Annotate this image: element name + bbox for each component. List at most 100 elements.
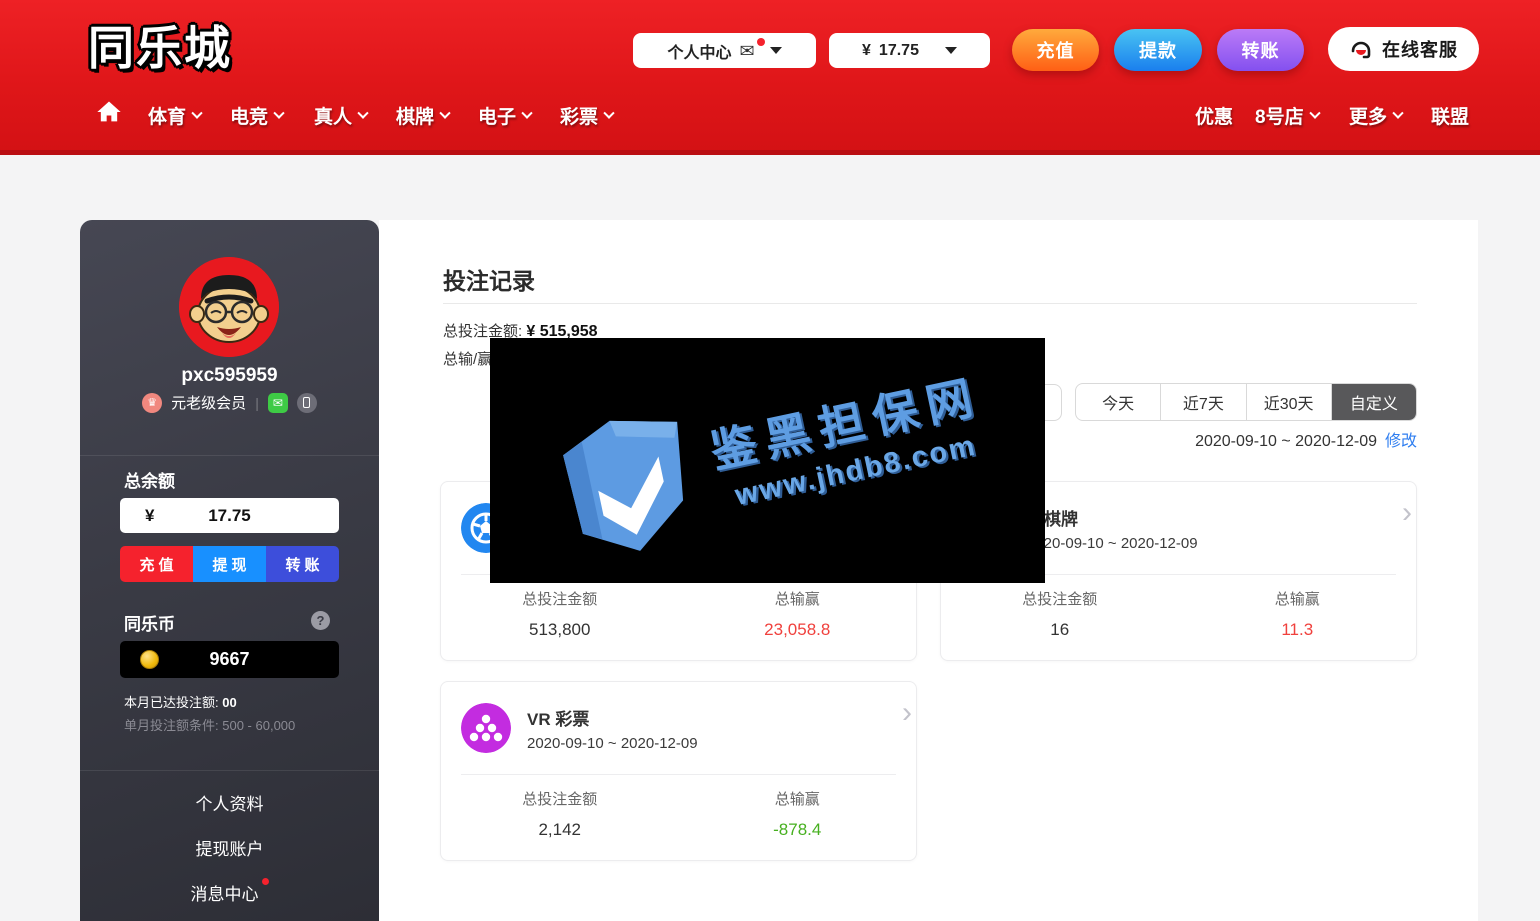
- chevron-down-icon: [1392, 107, 1403, 118]
- page: 同乐城 个人中心 ✉ ¥ 17.75 充值 提款 转账 在线客服: [0, 0, 1540, 921]
- sidebar-item-profile[interactable]: 个人资料: [80, 790, 379, 815]
- watermark-logo-icon: [534, 397, 712, 575]
- sidebar-item-withdraw-account[interactable]: 提现账户: [80, 835, 379, 860]
- coin-icon: [140, 650, 159, 669]
- nav-item-more[interactable]: 更多: [1349, 102, 1402, 129]
- home-icon[interactable]: [95, 98, 123, 126]
- bet-card-vr-lottery[interactable]: VR 彩票 2020-09-10 ~ 2020-12-09 › 总投注金额 2,…: [440, 681, 917, 861]
- balance-amount: 17.75: [879, 42, 919, 60]
- headset-icon: [1349, 37, 1373, 61]
- nav-item-slots[interactable]: 电子: [478, 102, 531, 129]
- site-logo[interactable]: 同乐城: [88, 12, 232, 78]
- chevron-down-icon: [770, 47, 782, 54]
- sidebar-transfer-button[interactable]: 转账: [266, 546, 339, 582]
- monthly-bet-value: 00: [222, 695, 236, 710]
- main-nav: 体育 电竞 真人 棋牌 电子 彩票 优惠 8号店 更多 联盟: [0, 98, 1540, 142]
- member-level: 元老级会员: [171, 392, 246, 413]
- phone-icon[interactable]: [297, 393, 317, 413]
- modify-link[interactable]: 修改: [1385, 433, 1417, 450]
- divider: [461, 774, 896, 775]
- online-service-button[interactable]: 在线客服: [1328, 27, 1479, 71]
- sidebar-withdraw-button[interactable]: 提现: [193, 546, 266, 582]
- lottery-balls-icon: [461, 703, 511, 753]
- online-service-label: 在线客服: [1382, 36, 1458, 62]
- monthly-requirement-line: 单月投注额条件: 500 - 60,000: [124, 715, 295, 734]
- nav-item-esports[interactable]: 电竞: [230, 102, 283, 129]
- filter-today[interactable]: 今天: [1076, 384, 1160, 420]
- monthly-bet-line: 本月已达投注额: 00: [124, 692, 237, 711]
- nav-item-promotions[interactable]: 优惠: [1195, 102, 1233, 129]
- sidebar: pxc595959 ♛ 元老级会员 | ✉ 总余额 ¥ 17.75 充值 提现 …: [80, 220, 379, 921]
- chevron-down-icon: [273, 107, 284, 118]
- nav-item-shop8[interactable]: 8号店: [1255, 102, 1319, 129]
- page-title: 投注记录: [443, 262, 535, 296]
- username: pxc595959: [80, 365, 379, 387]
- avatar[interactable]: [179, 257, 279, 357]
- stat-value: -878.4: [679, 820, 917, 840]
- notification-dot: [757, 38, 765, 46]
- chevron-down-icon: [945, 47, 957, 54]
- transfer-button[interactable]: 转账: [1217, 29, 1304, 71]
- chevron-down-icon: [603, 107, 614, 118]
- chevron-right-icon[interactable]: ›: [902, 696, 912, 730]
- date-range: 2020-09-10 ~ 2020-12-09: [1195, 433, 1377, 450]
- card-title: 乐棋牌: [1027, 505, 1198, 530]
- stat-value: 2,142: [441, 820, 679, 840]
- date-filter-group: 今天 近7天 近30天 自定义: [1075, 383, 1417, 421]
- sidebar-recharge-button[interactable]: 充值: [120, 546, 193, 582]
- watermark-text: 鉴黑担保网 www.jhdb8.com: [704, 360, 994, 516]
- card-stats: 总投注金额 2,142 总输赢 -878.4: [441, 788, 916, 840]
- card-stats: 总投注金额 513,800 总输赢 23,058.8: [441, 588, 916, 640]
- stat-label: 总输赢: [1179, 588, 1417, 609]
- balance-field[interactable]: ¥ 17.75: [120, 498, 339, 533]
- withdraw-button[interactable]: 提款: [1114, 29, 1202, 71]
- stat-value: 11.3: [1179, 620, 1417, 640]
- stat-value: 16: [941, 620, 1179, 640]
- chevron-right-icon[interactable]: ›: [1402, 496, 1412, 530]
- sidebar-item-message-center[interactable]: 消息中心: [80, 880, 379, 905]
- balance-dropdown[interactable]: ¥ 17.75: [829, 33, 990, 68]
- card-header: VR 彩票 2020-09-10 ~ 2020-12-09: [461, 696, 896, 760]
- filter-custom[interactable]: 自定义: [1331, 384, 1416, 420]
- chevron-down-icon: [521, 107, 532, 118]
- message-icon[interactable]: ✉: [268, 393, 288, 413]
- currency-symbol: ¥: [145, 506, 154, 526]
- filter-30days[interactable]: 近30天: [1246, 384, 1331, 420]
- divider: [80, 770, 379, 771]
- coin-label: 同乐币: [124, 610, 175, 635]
- nav-item-sports[interactable]: 体育: [148, 102, 201, 129]
- stat-label: 总投注金额: [441, 788, 679, 809]
- header: 同乐城 个人中心 ✉ ¥ 17.75 充值 提款 转账 在线客服: [0, 0, 1540, 155]
- nav-item-board-games[interactable]: 棋牌: [396, 102, 449, 129]
- stat-value: 513,800: [441, 620, 679, 640]
- filter-7days[interactable]: 近7天: [1160, 384, 1245, 420]
- sidebar-actions: 充值 提现 转账: [120, 546, 339, 582]
- nav-item-alliance[interactable]: 联盟: [1431, 102, 1469, 129]
- help-icon[interactable]: ?: [311, 611, 330, 630]
- stat-label: 总输赢: [679, 788, 917, 809]
- recharge-button[interactable]: 充值: [1012, 29, 1099, 71]
- currency-symbol: ¥: [862, 42, 871, 60]
- divider: |: [255, 395, 259, 411]
- card-date-range: 2020-09-10 ~ 2020-12-09: [1027, 535, 1198, 552]
- monthly-requirement-value: 500 - 60,000: [222, 718, 295, 733]
- stat-label: 总投注金额: [441, 588, 679, 609]
- nav-item-lottery[interactable]: 彩票: [560, 102, 613, 129]
- card-title: VR 彩票: [527, 705, 698, 730]
- divider: [80, 455, 379, 456]
- chevron-down-icon: [1309, 107, 1320, 118]
- user-center-dropdown[interactable]: 个人中心 ✉: [633, 33, 816, 68]
- chevron-down-icon: [357, 107, 368, 118]
- card-date-range: 2020-09-10 ~ 2020-12-09: [527, 735, 698, 752]
- stat-label: 总输赢: [679, 588, 917, 609]
- total-balance-label: 总余额: [124, 467, 175, 492]
- notification-dot: [262, 878, 269, 885]
- chevron-down-icon: [191, 107, 202, 118]
- divider: [443, 303, 1417, 304]
- card-stats: 总投注金额 16 总输赢 11.3: [941, 588, 1416, 640]
- stat-label: 总投注金额: [941, 588, 1179, 609]
- user-badges: ♛ 元老级会员 | ✉: [80, 392, 379, 413]
- nav-item-live[interactable]: 真人: [314, 102, 367, 129]
- total-winloss-summary: 总输/赢: [443, 348, 492, 369]
- stat-value: 23,058.8: [679, 620, 917, 640]
